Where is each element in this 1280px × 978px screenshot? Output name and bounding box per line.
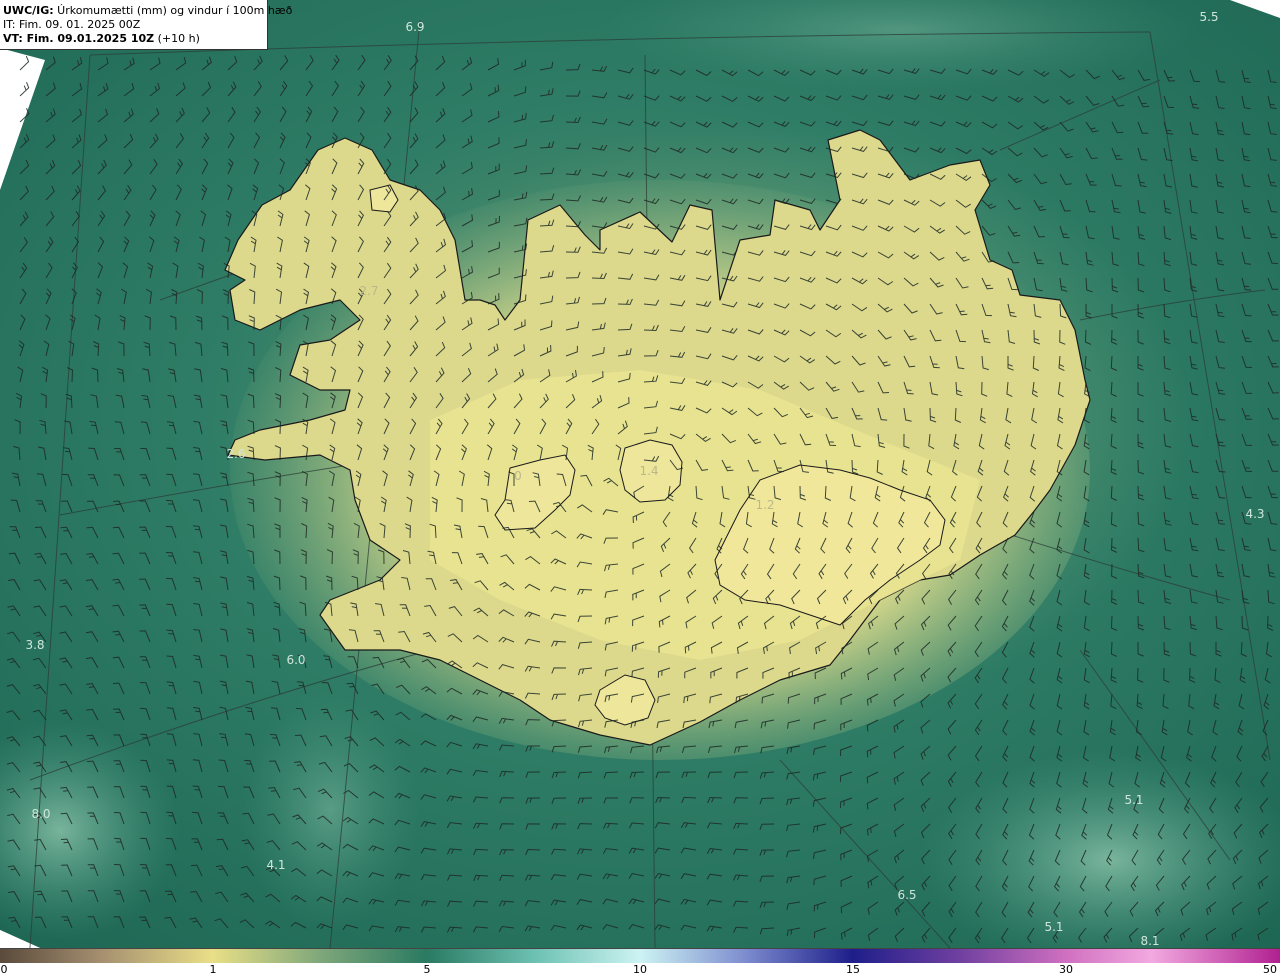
value-label: 6.5 (897, 888, 917, 902)
colorbar-tick: 0 (0, 963, 8, 976)
value-label: 8.0 (31, 807, 51, 821)
value-label: 8.1 (1140, 934, 1160, 948)
value-label: 4.3 (1245, 507, 1265, 521)
value-label: 3.8 (25, 638, 45, 652)
value-label: 5.5 (1199, 10, 1219, 24)
init-time: IT: Fim. 09. 01. 2025 00Z (3, 18, 141, 31)
colorbar-tick: 10 (633, 963, 647, 976)
model-code: UWC/IG: (3, 4, 54, 17)
lead-time: (+10 h) (154, 32, 200, 45)
value-label: 2.6 (226, 447, 246, 461)
value-label: 1.2 (755, 498, 775, 512)
colorbar-gradient (0, 948, 1280, 963)
value-label: 5.1 (1124, 793, 1144, 807)
valid-time: VT: Fim. 09.01.2025 10Z (3, 32, 155, 45)
colorbar-tick: 5 (423, 963, 431, 976)
value-label: 6.9 (405, 20, 425, 34)
value-label: 6.0 (286, 653, 306, 667)
colorbar-tick: 50 (1263, 963, 1277, 976)
map-info-box: UWC/IG: Úrkomumætti (mm) og vindur í 100… (0, 0, 292, 50)
value-label: 1.4 (639, 464, 659, 478)
title-line: UWC/IG: Úrkomumætti (mm) og vindur í 100… (3, 4, 292, 18)
value-label: 4.1 (266, 858, 286, 872)
colorbar-tick: 15 (846, 963, 860, 976)
colorbar-tick: 1 (209, 963, 217, 976)
map-title: Úrkomumætti (mm) og vindur í 100m hæð (53, 4, 293, 17)
value-label: 2.7 (359, 284, 379, 298)
value-label: 0 (514, 469, 522, 483)
value-label: 5.1 (1044, 920, 1064, 934)
colorbar-tick: 30 (1059, 963, 1073, 976)
valid-time-line: VT: Fim. 09.01.2025 10Z (+10 h) (3, 32, 267, 46)
colorbar-legend: 0 1 5 10 15 30 50 (0, 948, 1280, 978)
map-root: UWC/IG: Úrkomumætti (mm) og vindur í 100… (0, 0, 1280, 978)
